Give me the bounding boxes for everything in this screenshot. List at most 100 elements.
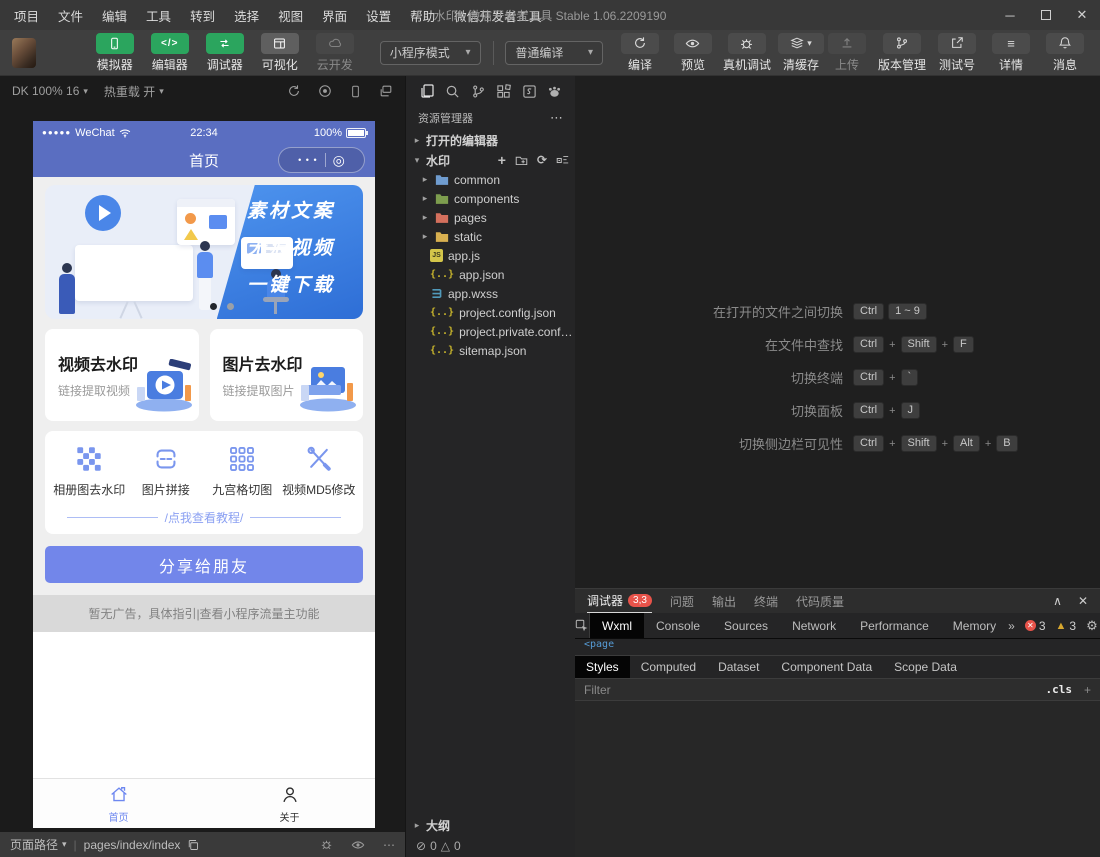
add-style-rule-button[interactable]: + — [1084, 683, 1091, 697]
clear-cache-button[interactable]: ▾ 清缓存 — [778, 33, 824, 73]
image-stitch-tool[interactable]: 图片拼接 — [128, 446, 205, 498]
open-editors-section[interactable]: ▸ 打开的编辑器 — [406, 130, 575, 150]
computed-tab[interactable]: Computed — [630, 656, 707, 678]
image-watermark-card[interactable]: 图片去水印 链接提取图片 — [210, 329, 364, 421]
messages-button[interactable]: 消息 — [1042, 33, 1088, 73]
tab-debugger[interactable]: 调试器 3,3 — [587, 589, 652, 613]
explorer-more-icon[interactable]: ⋯ — [550, 110, 563, 126]
compile-button[interactable]: 编译 — [617, 33, 663, 73]
devtools-tab-network[interactable]: Network — [780, 613, 848, 638]
outline-section[interactable]: ▸ 大纲 — [406, 815, 575, 835]
album-watermark-tool[interactable]: 相册图去水印 — [51, 446, 128, 498]
tree-item-file[interactable]: {..} sitemap.json — [406, 341, 575, 360]
extensions-view-button[interactable] — [496, 84, 511, 99]
editor-toggle-button[interactable]: </> 编辑器 — [147, 33, 193, 73]
tree-item-file[interactable]: {..} project.config.json — [406, 303, 575, 322]
preview-button[interactable]: 预览 — [670, 33, 716, 73]
hand-tool-button[interactable] — [547, 84, 562, 99]
inspect-element-button[interactable] — [575, 613, 590, 638]
menu-select[interactable]: 选择 — [234, 6, 259, 25]
maximize-button[interactable] — [1028, 0, 1064, 30]
tab-problems[interactable]: 问题 — [670, 589, 694, 613]
capsule-target-icon[interactable]: ◎ — [333, 152, 345, 169]
record-button[interactable] — [318, 84, 332, 98]
menu-file[interactable]: 文件 — [58, 6, 83, 25]
devtools-tab-performance[interactable]: Performance — [848, 613, 941, 638]
refresh-simulator-button[interactable] — [287, 84, 301, 98]
copy-path-icon[interactable] — [187, 839, 199, 851]
wxml-element-tree[interactable]: <page — [575, 639, 1100, 655]
tree-item-folder[interactable]: ▸ components — [406, 189, 575, 208]
banner-carousel[interactable]: 素材文案 无痕视频 一键下载 — [45, 185, 363, 319]
close-button[interactable]: ✕ — [1064, 0, 1100, 30]
tree-item-file[interactable]: app.wxss — [406, 284, 575, 303]
upload-button[interactable]: 上传 — [824, 33, 870, 73]
collapse-panel-icon[interactable]: ∧ — [1053, 594, 1062, 608]
files-view-button[interactable] — [419, 83, 435, 99]
compile-mode-select[interactable]: 普通编译 ▾ — [505, 41, 603, 65]
devtools-tab-wxml[interactable]: Wxml — [590, 613, 644, 638]
tab-about[interactable]: 关于 — [204, 779, 375, 828]
snippets-view-button[interactable] — [522, 84, 537, 99]
device-mode-button[interactable] — [349, 85, 362, 98]
nine-grid-tool[interactable]: 九宫格切图 — [204, 446, 281, 498]
video-md5-tool[interactable]: 视频MD5修改 — [281, 446, 358, 498]
style-filter-input[interactable] — [584, 683, 1045, 697]
tree-item-file[interactable]: {..} project.private.config.js... — [406, 322, 575, 341]
tab-output[interactable]: 输出 — [712, 589, 736, 613]
hot-reload-dropdown[interactable]: 热重载 开 ▾ — [104, 83, 164, 100]
close-panel-icon[interactable]: ✕ — [1078, 594, 1088, 608]
visualization-toggle-button[interactable]: 可视化 — [257, 33, 303, 73]
minimize-button[interactable]: ─ — [992, 0, 1028, 30]
simulator-toggle-button[interactable]: 模拟器 — [92, 33, 138, 73]
program-mode-select[interactable]: 小程序模式 ▾ — [380, 41, 481, 65]
debugger-toggle-button[interactable]: 调试器 — [202, 33, 248, 73]
tab-terminal[interactable]: 终端 — [754, 589, 778, 613]
tree-item-file[interactable]: {..} app.json — [406, 265, 575, 284]
multi-window-button[interactable] — [379, 84, 393, 98]
menu-settings[interactable]: 设置 — [366, 6, 391, 25]
tree-item-folder[interactable]: ▸ static — [406, 227, 575, 246]
details-button[interactable]: ≡ 详情 — [988, 33, 1034, 73]
devtools-tab-sources[interactable]: Sources — [712, 613, 780, 638]
cloud-dev-button[interactable]: 云开发 — [312, 33, 358, 73]
component-data-tab[interactable]: Component Data — [770, 656, 883, 678]
menu-tools[interactable]: 工具 — [146, 6, 171, 25]
menu-edit[interactable]: 编辑 — [102, 6, 127, 25]
tree-item-file[interactable]: JS app.js — [406, 246, 575, 265]
collapse-all-button[interactable] — [556, 154, 569, 167]
more-icon[interactable]: • • • — [298, 155, 317, 165]
carousel-dot[interactable] — [227, 303, 234, 310]
refresh-explorer-button[interactable]: ⟳ — [537, 153, 547, 167]
test-account-button[interactable]: 测试号 — [934, 33, 980, 73]
preview-eye-icon[interactable] — [351, 838, 365, 852]
vconsole-bug-icon[interactable] — [320, 838, 333, 851]
tab-home[interactable]: 首页 — [33, 779, 204, 828]
project-section[interactable]: ▾ 水印 + ⟳ — [406, 150, 575, 170]
dataset-tab[interactable]: Dataset — [707, 656, 770, 678]
cls-toggle[interactable]: .cls — [1045, 683, 1072, 696]
video-watermark-card[interactable]: 视频去水印 链接提取视频 — [45, 329, 199, 421]
tree-item-folder[interactable]: ▸ common — [406, 170, 575, 189]
scope-data-tab[interactable]: Scope Data — [883, 656, 968, 678]
tutorial-link[interactable]: /点我查看教程/ — [67, 509, 341, 526]
console-warnings-indicator[interactable]: ▲ 3 — [1056, 619, 1077, 633]
menu-project[interactable]: 项目 — [14, 6, 39, 25]
remote-debug-button[interactable]: 真机调试 — [723, 33, 771, 73]
devtools-tab-memory[interactable]: Memory — [941, 613, 1008, 638]
devtools-tab-console[interactable]: Console — [644, 613, 712, 638]
console-errors-indicator[interactable]: ✕ 3 — [1025, 619, 1046, 633]
user-avatar[interactable] — [12, 38, 36, 68]
search-view-button[interactable] — [445, 84, 460, 99]
carousel-dot-active[interactable] — [210, 303, 217, 310]
menu-interface[interactable]: 界面 — [322, 6, 347, 25]
menu-view[interactable]: 视图 — [278, 6, 303, 25]
more-options-icon[interactable]: ⋯ — [383, 838, 395, 852]
tab-code-quality[interactable]: 代码质量 — [796, 589, 844, 613]
page-path-dropdown[interactable]: 页面路径 ▾ — [10, 836, 67, 853]
styles-tab[interactable]: Styles — [575, 656, 630, 678]
tree-item-folder[interactable]: ▸ pages — [406, 208, 575, 227]
new-file-button[interactable]: + — [498, 152, 506, 168]
source-control-view-button[interactable] — [471, 84, 486, 99]
new-folder-button[interactable] — [515, 154, 528, 167]
